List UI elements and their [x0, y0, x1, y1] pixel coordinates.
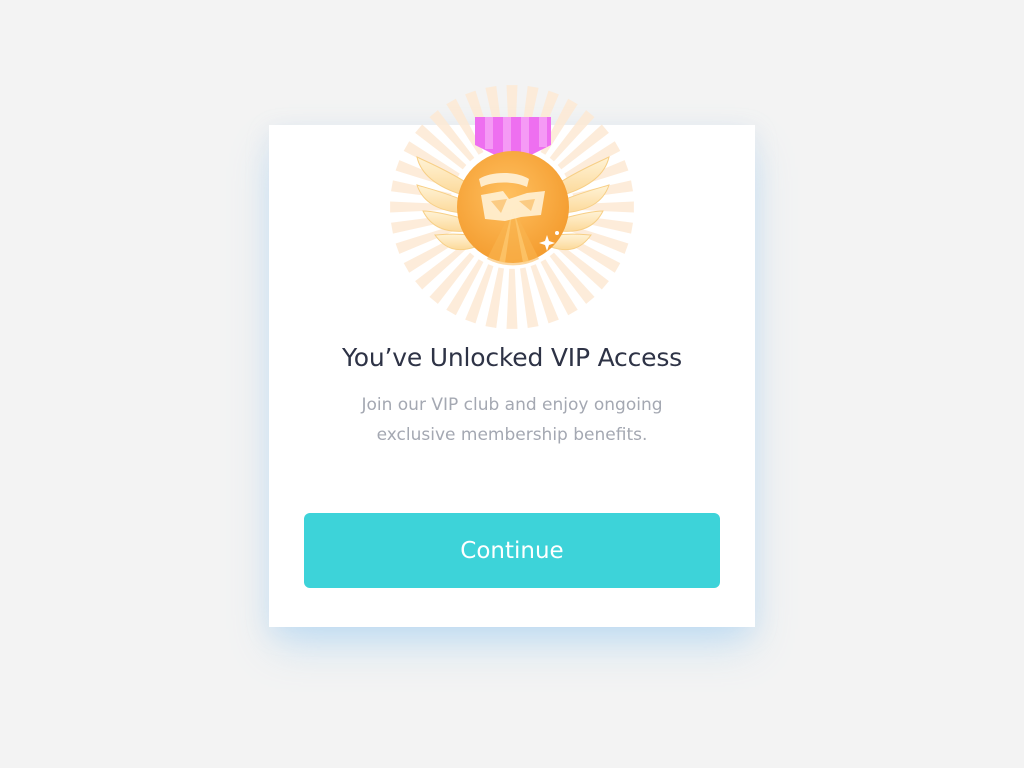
- description-line-2: exclusive membership benefits.: [376, 425, 648, 445]
- dialog-title: You’ve Unlocked VIP Access: [342, 343, 682, 372]
- sunburst-ray: [506, 268, 518, 329]
- description-line-1: Join our VIP club and enjoy ongoing: [361, 395, 663, 415]
- dialog-description: Join our VIP club and enjoy ongoing excl…: [309, 390, 715, 450]
- continue-button[interactable]: Continue: [304, 513, 720, 588]
- medal-icon: [457, 151, 569, 266]
- page-background: You’ve Unlocked VIP Access Join our VIP …: [0, 0, 1024, 768]
- vip-medal-icon: [387, 83, 637, 333]
